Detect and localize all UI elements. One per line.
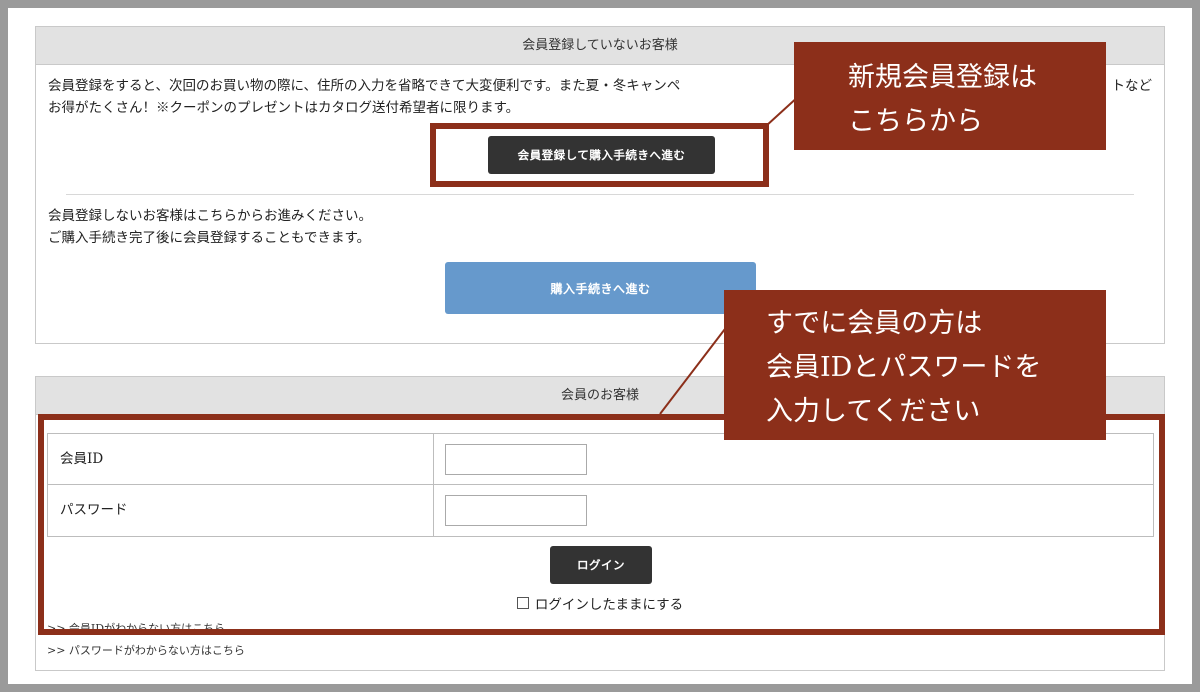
login-callout-line2: 会員IDとパスワードを (766, 352, 1042, 383)
guest-checkout-line1: 会員登録しないお客様はこちらからお進みください。 (48, 208, 372, 224)
member-id-input[interactable] (445, 444, 587, 475)
remember-login-checkbox[interactable] (516, 597, 529, 609)
member-id-row: 会員ID (48, 434, 1153, 485)
register-benefits-line1-tail: トなど (1111, 78, 1153, 94)
proceed-to-checkout-button[interactable]: 購入手続きへ進む (445, 262, 756, 314)
forgot-id-link[interactable]: >> 会員IDがわからない方はこちら (47, 620, 225, 630)
password-label: パスワード (48, 485, 434, 536)
guest-divider (66, 194, 1134, 195)
register-callout-line2: こちらから (848, 106, 983, 137)
member-id-label: 会員ID (48, 434, 434, 484)
register-and-checkout-button[interactable]: 会員登録して購入手続きへ進む (488, 136, 715, 174)
register-benefits-line1: 会員登録をすると、次回のお買い物の際に、住所の入力を省略できて大変便利です。また… (48, 78, 681, 94)
login-form-table: 会員ID パスワード (47, 433, 1154, 537)
guest-checkout-line2: ご購入手続き完了後に会員登録することもできます。 (48, 230, 371, 246)
password-input[interactable] (445, 495, 587, 526)
login-callout-line1: すでに会員の方は (766, 308, 983, 339)
remember-login[interactable]: ログインしたままにする (36, 593, 1164, 613)
remember-login-label: ログインしたままにする (534, 597, 684, 613)
login-callout-line3: 入力してください (766, 396, 981, 427)
login-callout: すでに会員の方は 会員IDとパスワードを 入力してください (724, 290, 1106, 440)
register-callout-line1: 新規会員登録は (848, 62, 1037, 93)
register-callout: 新規会員登録は こちらから (794, 42, 1106, 150)
forgot-password-link[interactable]: >> パスワードがわからない方はこちら (47, 642, 245, 658)
guest-checkout-text: 会員登録しないお客様はこちらからお進みください。 ご購入手続き完了後に会員登録す… (48, 205, 1152, 249)
login-button[interactable]: ログイン (550, 546, 652, 584)
password-row: パスワード (48, 485, 1153, 536)
